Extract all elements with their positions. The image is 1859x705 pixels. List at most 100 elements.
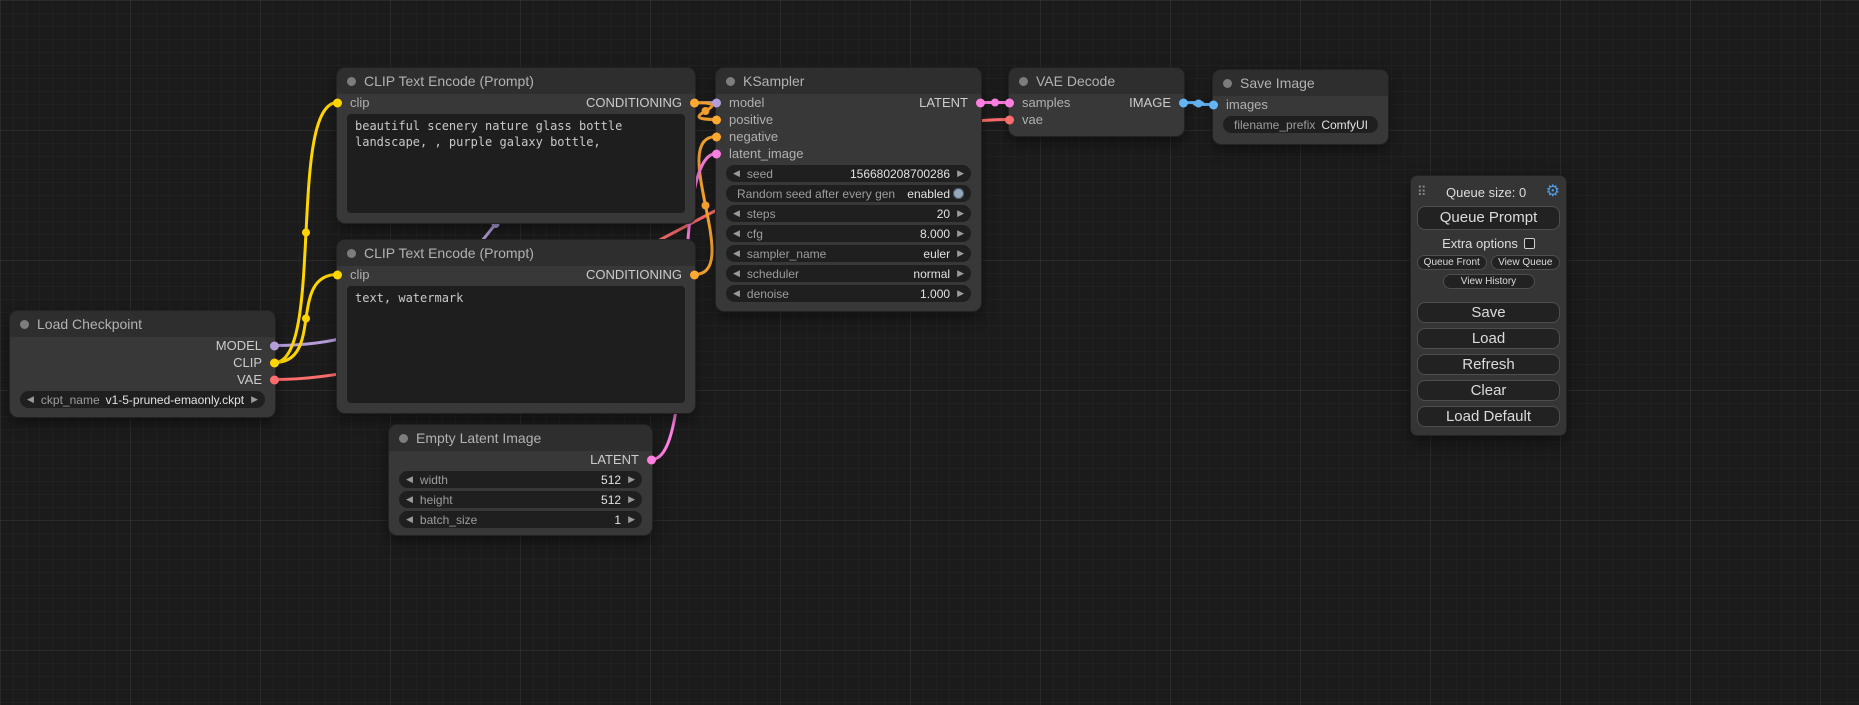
increment-arrow-icon[interactable]: ▶ (957, 209, 964, 218)
queue-prompt-button[interactable]: Queue Prompt (1417, 206, 1560, 230)
load-button[interactable]: Load (1417, 328, 1560, 349)
clip-input-port[interactable] (333, 270, 342, 279)
view-history-button[interactable]: View History (1443, 274, 1535, 289)
node-empty-latent-image[interactable]: Empty Latent Image LATENT ◀ width 512 ▶ … (389, 425, 652, 535)
output-label-image: IMAGE (1129, 95, 1171, 110)
vae-output-port[interactable] (270, 375, 279, 384)
node-title-bar[interactable]: Save Image (1213, 70, 1388, 96)
vae-input-port[interactable] (1005, 115, 1014, 124)
prompt-textarea[interactable]: text, watermark (347, 286, 685, 403)
increment-arrow-icon[interactable]: ▶ (628, 475, 635, 484)
collapse-dot-icon[interactable] (347, 77, 356, 86)
increment-arrow-icon[interactable]: ▶ (628, 515, 635, 524)
queue-front-button[interactable]: Queue Front (1417, 255, 1487, 270)
view-queue-button[interactable]: View Queue (1491, 255, 1561, 270)
increment-arrow-icon[interactable]: ▶ (957, 249, 964, 258)
port-row: model LATENT (716, 94, 981, 111)
node-title-bar[interactable]: KSampler (716, 68, 981, 94)
load-default-button[interactable]: Load Default (1417, 406, 1560, 427)
samples-input-port[interactable] (1005, 98, 1014, 107)
widget-name: cfg (747, 227, 763, 241)
node-graph-canvas[interactable]: Load Checkpoint MODEL CLIP VAE ◀ ckpt_na… (0, 0, 1859, 705)
widget-value: 512 (601, 473, 621, 487)
model-input-port[interactable] (712, 98, 721, 107)
increment-arrow-icon[interactable]: ▶ (628, 495, 635, 504)
decrement-arrow-icon[interactable]: ◀ (406, 495, 413, 504)
latent-output-port[interactable] (647, 455, 656, 464)
node-title-bar[interactable]: VAE Decode (1009, 68, 1184, 94)
node-ksampler[interactable]: KSampler model LATENT positive negative … (716, 68, 981, 311)
port-row: clip CONDITIONING (337, 94, 695, 111)
node-title-bar[interactable]: CLIP Text Encode (Prompt) (337, 68, 695, 94)
filename-prefix-widget[interactable]: filename_prefix ComfyUI (1223, 116, 1378, 133)
decrement-arrow-icon[interactable]: ◀ (733, 249, 740, 258)
decrement-arrow-icon[interactable]: ◀ (406, 515, 413, 524)
positive-input-port[interactable] (712, 115, 721, 124)
node-title-bar[interactable]: CLIP Text Encode (Prompt) (337, 240, 695, 266)
clear-button[interactable]: Clear (1417, 380, 1560, 401)
prompt-textarea[interactable]: beautiful scenery nature glass bottle la… (347, 114, 685, 213)
decrement-arrow-icon[interactable]: ◀ (733, 289, 740, 298)
clip-input-port[interactable] (333, 98, 342, 107)
collapse-dot-icon[interactable] (399, 434, 408, 443)
random-seed-toggle-dot[interactable] (953, 188, 964, 199)
collapse-dot-icon[interactable] (1223, 79, 1232, 88)
negative-input-port[interactable] (712, 132, 721, 141)
port-row: VAE (10, 371, 275, 388)
collapse-dot-icon[interactable] (20, 320, 29, 329)
settings-gear-icon[interactable]: ⚙ (1546, 184, 1560, 200)
node-title-bar[interactable]: Empty Latent Image (389, 425, 652, 451)
latent-image-input-port[interactable] (712, 149, 721, 158)
port-row: negative (716, 128, 981, 145)
increment-arrow-icon[interactable]: ▶ (957, 269, 964, 278)
node-clip-text-encode-positive[interactable]: CLIP Text Encode (Prompt) clip CONDITION… (337, 68, 695, 223)
decrement-arrow-icon[interactable]: ◀ (733, 229, 740, 238)
conditioning-output-port[interactable] (690, 270, 699, 279)
sampler-name-widget[interactable]: ◀ sampler_name euler ▶ (726, 245, 971, 262)
ckpt-name-widget[interactable]: ◀ ckpt_name v1-5-pruned-emaonly.ckpt ▶ (20, 391, 265, 408)
decrement-arrow-icon[interactable]: ◀ (27, 395, 34, 404)
increment-arrow-icon[interactable]: ▶ (957, 229, 964, 238)
collapse-dot-icon[interactable] (726, 77, 735, 86)
node-load-checkpoint[interactable]: Load Checkpoint MODEL CLIP VAE ◀ ckpt_na… (10, 311, 275, 417)
node-title-bar[interactable]: Load Checkpoint (10, 311, 275, 337)
node-clip-text-encode-negative[interactable]: CLIP Text Encode (Prompt) clip CONDITION… (337, 240, 695, 413)
extra-options-label: Extra options (1442, 236, 1518, 251)
increment-arrow-icon[interactable]: ▶ (957, 169, 964, 178)
increment-arrow-icon[interactable]: ▶ (957, 289, 964, 298)
collapse-dot-icon[interactable] (347, 249, 356, 258)
decrement-arrow-icon[interactable]: ◀ (733, 269, 740, 278)
input-label-vae: vae (1022, 112, 1043, 127)
drag-handle-icon[interactable]: ⠿ (1417, 184, 1427, 200)
random-seed-toggle-widget[interactable]: Random seed after every gen enabled (726, 185, 971, 202)
steps-widget[interactable]: ◀ steps 20 ▶ (726, 205, 971, 222)
height-widget[interactable]: ◀ height 512 ▶ (399, 491, 642, 508)
node-vae-decode[interactable]: VAE Decode samples IMAGE vae (1009, 68, 1184, 136)
cfg-widget[interactable]: ◀ cfg 8.000 ▶ (726, 225, 971, 242)
port-row: clip CONDITIONING (337, 266, 695, 283)
increment-arrow-icon[interactable]: ▶ (251, 395, 258, 404)
image-output-port[interactable] (1179, 98, 1188, 107)
latent-output-port[interactable] (976, 98, 985, 107)
input-label-clip: clip (350, 267, 370, 282)
decrement-arrow-icon[interactable]: ◀ (733, 209, 740, 218)
refresh-button[interactable]: Refresh (1417, 354, 1560, 375)
widget-name: filename_prefix (1234, 118, 1315, 132)
clip-output-port[interactable] (270, 358, 279, 367)
main-menu-panel: ⠿ Queue size: 0 ⚙ Queue Prompt Extra opt… (1411, 176, 1566, 435)
denoise-widget[interactable]: ◀ denoise 1.000 ▶ (726, 285, 971, 302)
extra-options-checkbox[interactable] (1524, 238, 1535, 249)
widget-value: euler (923, 247, 950, 261)
images-input-port[interactable] (1209, 100, 1218, 109)
scheduler-widget[interactable]: ◀ scheduler normal ▶ (726, 265, 971, 282)
decrement-arrow-icon[interactable]: ◀ (733, 169, 740, 178)
seed-widget[interactable]: ◀ seed 156680208700286 ▶ (726, 165, 971, 182)
collapse-dot-icon[interactable] (1019, 77, 1028, 86)
decrement-arrow-icon[interactable]: ◀ (406, 475, 413, 484)
model-output-port[interactable] (270, 341, 279, 350)
width-widget[interactable]: ◀ width 512 ▶ (399, 471, 642, 488)
node-save-image[interactable]: Save Image images filename_prefix ComfyU… (1213, 70, 1388, 144)
batch-size-widget[interactable]: ◀ batch_size 1 ▶ (399, 511, 642, 528)
conditioning-output-port[interactable] (690, 98, 699, 107)
save-button[interactable]: Save (1417, 302, 1560, 323)
